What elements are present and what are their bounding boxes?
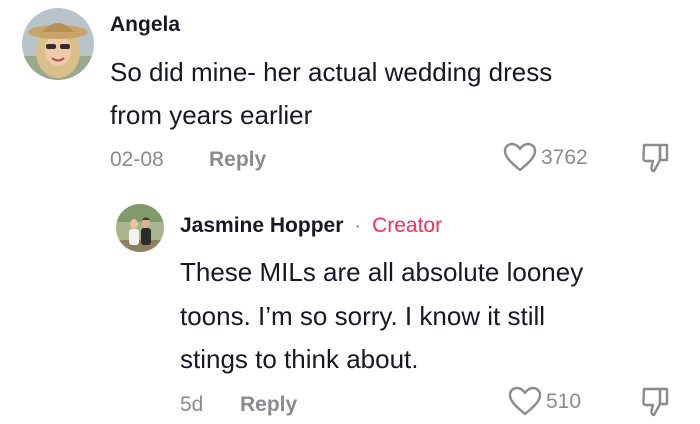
comment-text-line-1: So did mine- her actual wedding dress [110,57,553,87]
like-button[interactable]: 510 [508,384,598,420]
reply-button[interactable]: Reply [240,393,297,417]
comment-date: 02-08 [110,148,164,171]
reply-date: 5d [180,393,204,416]
heart-icon [503,142,537,172]
reply-author[interactable]: Jasmine Hopper [180,214,343,237]
comment-text-line-2: from years earlier [110,100,313,130]
like-button[interactable]: 3762 [503,140,603,176]
separator-dot: · [354,214,362,237]
thumbs-down-icon[interactable] [640,142,670,174]
avatar[interactable] [116,204,164,252]
reply-button[interactable]: Reply [209,148,266,172]
reply-text-line-1: These MILs are all absolute looney [180,257,584,287]
like-count: 3762 [541,146,588,169]
reply-text-line-3: stings to think about. [180,344,419,374]
reply-text-line-2: toons. I’m so sorry. I know it still [180,301,546,331]
heart-icon [508,386,542,416]
reply-author-row: Jasmine Hopper · Creator [180,214,442,238]
comment-author[interactable]: Angela [110,13,180,37]
creator-badge: Creator [372,214,443,237]
avatar[interactable] [22,8,94,80]
thumbs-down-icon[interactable] [640,386,670,418]
like-count: 510 [546,390,582,413]
